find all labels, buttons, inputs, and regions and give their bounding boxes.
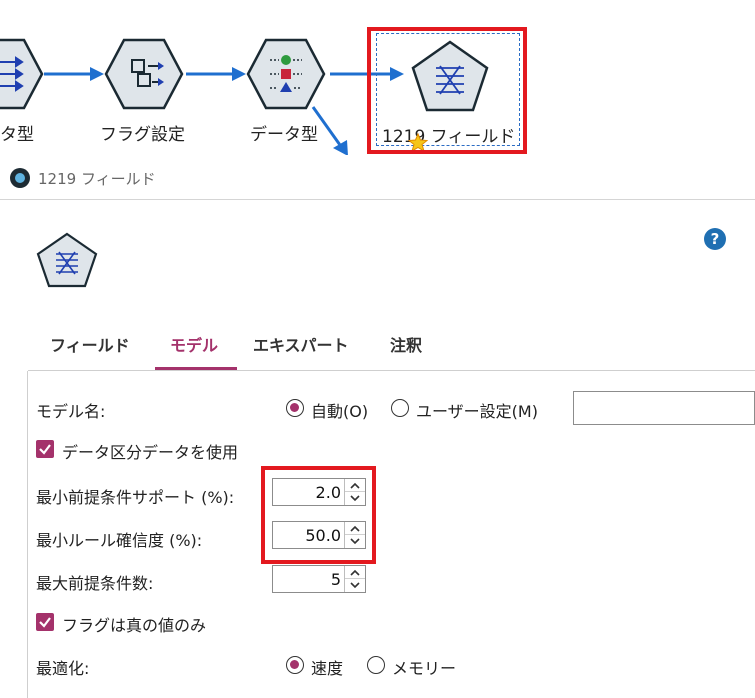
optimize-memory-radio[interactable]	[367, 656, 385, 674]
max-antecedents-value[interactable]: 5	[331, 570, 341, 589]
use-partition-label[interactable]: データ区分データを使用	[62, 439, 238, 463]
true-flags-only-label[interactable]: フラグは真の値のみ	[62, 612, 206, 636]
model-name-input[interactable]	[573, 391, 755, 425]
optimize-label: 最適化:	[36, 659, 90, 678]
model-name-auto-radio[interactable]	[286, 399, 304, 417]
use-partition-checkbox[interactable]	[36, 440, 54, 458]
model-name-custom-label[interactable]: ユーザー設定(M)	[416, 398, 538, 422]
decrement-button[interactable]	[345, 579, 365, 592]
highlight-box-node	[367, 27, 527, 154]
node-label: フラグ設定	[100, 125, 185, 145]
chevron-down-icon	[350, 582, 360, 589]
type-node-icon	[246, 38, 326, 110]
type-node-icon	[0, 38, 44, 110]
tab-model[interactable]: モデル	[170, 332, 218, 356]
stream-canvas[interactable]: タ型 フラグ設定 データ型 1219 フィールド	[0, 0, 755, 155]
check-icon	[39, 444, 51, 455]
highlight-box-settings	[261, 466, 376, 564]
dialog-titlebar[interactable]: 1219 フィールド	[0, 158, 755, 200]
true-flags-only-checkbox[interactable]	[36, 613, 54, 631]
app-icon	[10, 168, 30, 188]
node-label: タ型	[0, 125, 34, 145]
node-label: データ型	[250, 125, 318, 145]
set-to-flag-node[interactable]	[104, 38, 184, 114]
model-name-label: モデル名:	[36, 402, 106, 421]
max-antecedents-label: 最大前提条件数:	[36, 574, 154, 593]
optimize-memory-label[interactable]: メモリー	[392, 655, 456, 679]
max-antecedents-spinner[interactable]: 5	[272, 565, 366, 593]
optimize-speed-label[interactable]: 速度	[311, 655, 343, 679]
tab-fields[interactable]: フィールド	[50, 332, 130, 356]
model-name-auto-label[interactable]: 自動(O)	[311, 398, 368, 422]
model-name-custom-radio[interactable]	[391, 399, 409, 417]
help-icon[interactable]: ?	[704, 228, 726, 250]
increment-button[interactable]	[345, 566, 365, 579]
tab-annotations[interactable]: 注釈	[390, 332, 422, 356]
check-icon	[39, 617, 51, 628]
type-node-2[interactable]	[246, 38, 326, 114]
optimize-speed-radio[interactable]	[286, 656, 304, 674]
chevron-up-icon	[350, 569, 360, 576]
flag-node-icon	[104, 38, 184, 110]
panel-border	[27, 371, 28, 698]
min-support-label: 最小前提条件サポート (%):	[36, 488, 235, 507]
type-node-1[interactable]	[0, 38, 44, 114]
apriori-header-icon	[36, 232, 98, 292]
dialog-title: 1219 フィールド	[38, 170, 156, 188]
min-confidence-label: 最小ルール確信度 (%):	[36, 531, 203, 550]
tab-expert[interactable]: エキスパート	[253, 332, 349, 356]
tab-divider	[28, 370, 755, 371]
